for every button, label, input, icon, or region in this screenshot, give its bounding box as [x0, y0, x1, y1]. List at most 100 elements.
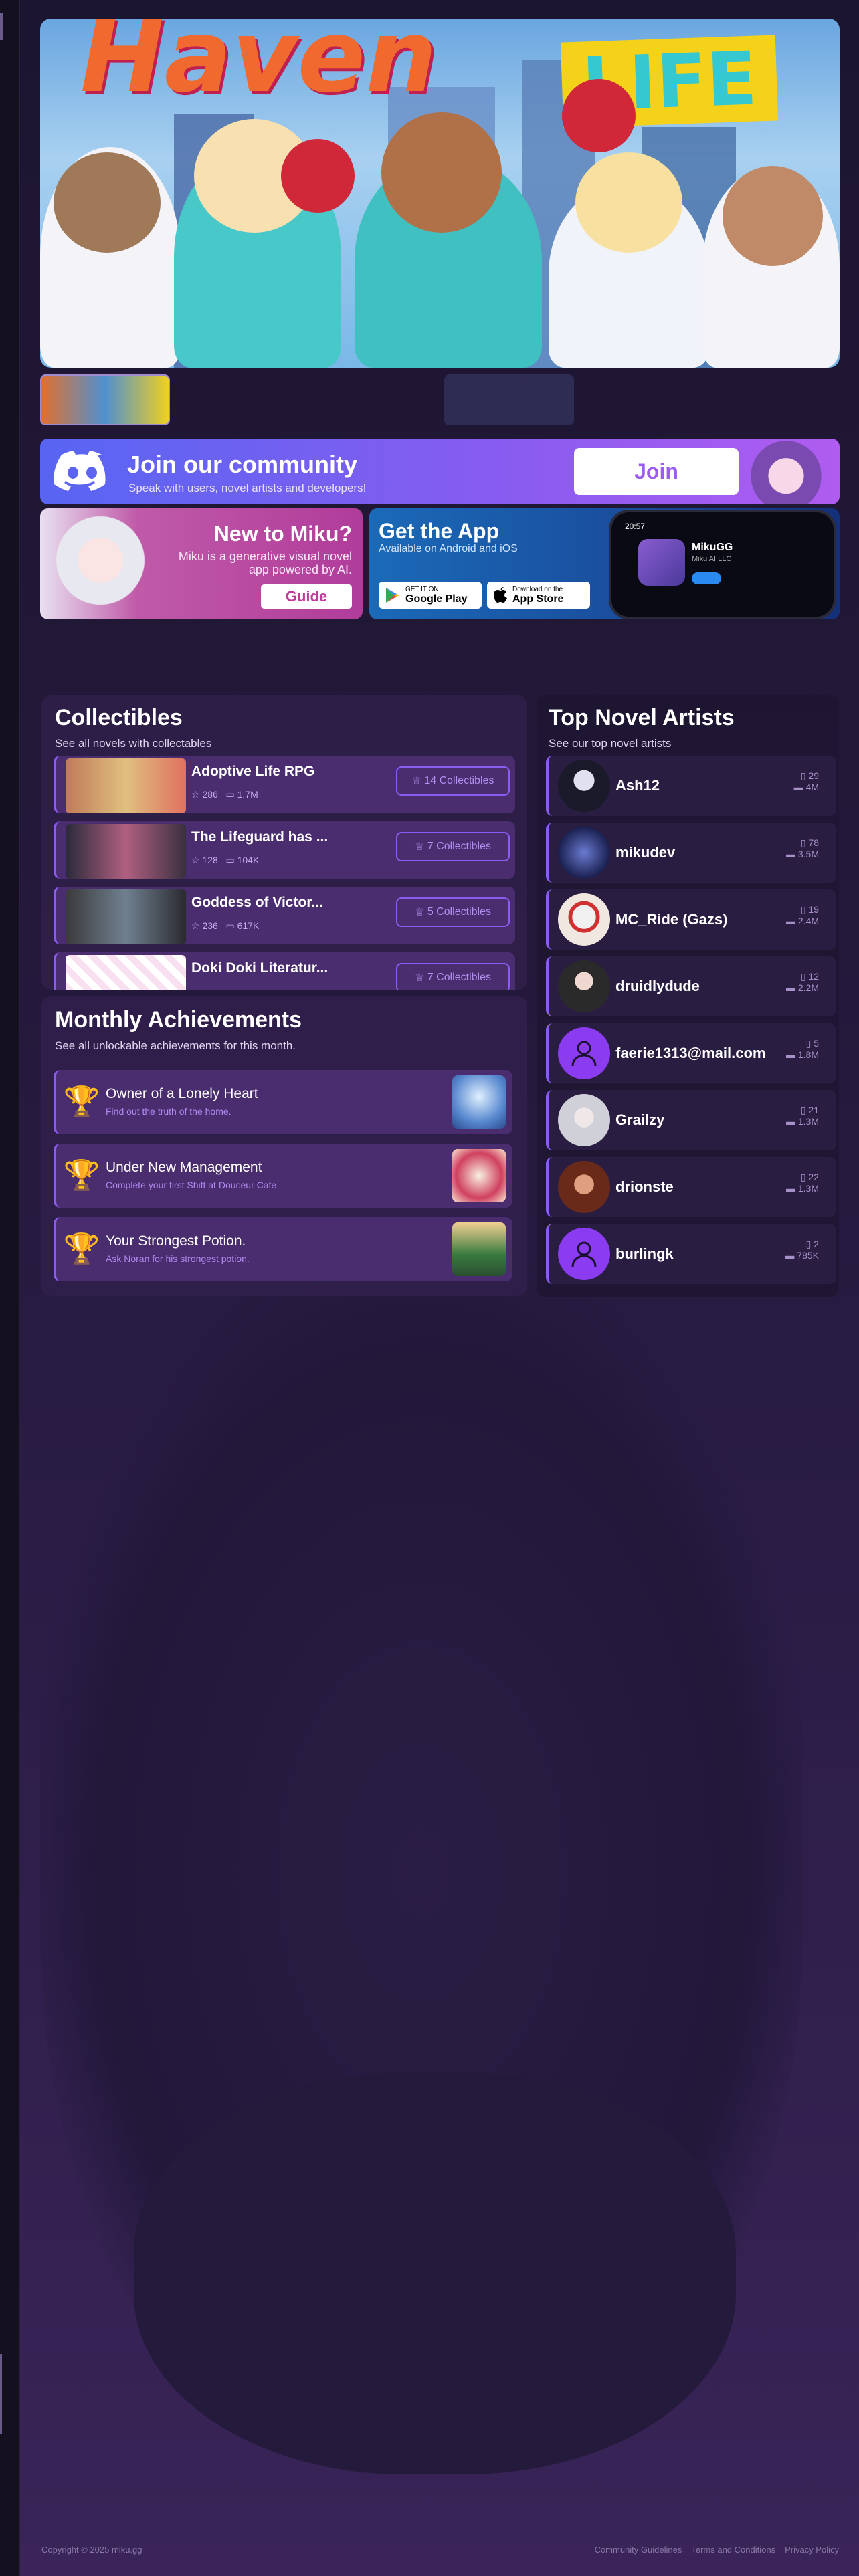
chat-icon: ▭ — [225, 789, 235, 800]
pompom — [281, 139, 355, 213]
chat-icon: ▬ — [785, 1183, 795, 1194]
new-to-miku-card[interactable]: New to Miku? Miku is a generative visual… — [40, 508, 363, 619]
pompom — [562, 79, 636, 152]
artist-row[interactable]: drionste ▯ 22 ▬ 1.3M — [546, 1157, 836, 1217]
chat-count: 1.7M — [237, 789, 258, 800]
google-play-label: Google Play — [405, 593, 468, 605]
achievement-description: Find out the truth of the home. — [106, 1106, 231, 1117]
artist-row[interactable]: mikudev ▯ 78 ▬ 3.5M — [546, 823, 836, 883]
novel-count: 29 — [808, 770, 819, 781]
achievements-title: Monthly Achievements — [55, 1007, 302, 1033]
chat-count: 2.2M — [797, 982, 819, 993]
discord-icon — [54, 451, 106, 491]
artist-name: mikudev — [615, 844, 676, 861]
artist-row[interactable]: Ash12 ▯ 29 ▬ 4M — [546, 756, 836, 816]
apple-icon — [494, 587, 507, 603]
novel-count: 5 — [814, 1038, 819, 1049]
artist-name: drionste — [615, 1178, 674, 1195]
artist-name: MC_Ride (Gazs) — [615, 911, 728, 928]
novel-name: The Lifeguard has ... — [191, 829, 328, 845]
collectibles-button[interactable]: ♕ 7 Collectibles — [396, 963, 510, 990]
footer-links: Community Guidelines Terms and Condition… — [595, 2545, 839, 2555]
book-icon: ▯ — [800, 770, 806, 781]
artist-stats: ▯ 12 ▬ 2.2M — [786, 971, 819, 993]
achievement-description: Complete your first Shift at Douceur Caf… — [106, 1180, 277, 1190]
guide-button[interactable]: Guide — [261, 584, 352, 609]
footer-copyright: Copyright © 2025 miku.gg — [41, 2545, 142, 2555]
book-icon: ▯ — [800, 904, 806, 915]
banner-title-left: Haven — [80, 19, 438, 115]
artist-stats: ▯ 5 ▬ 1.8M — [786, 1038, 819, 1060]
new-to-miku-description: Miku is a generative visual novel app po… — [178, 550, 352, 576]
sidebar-item[interactable] — [0, 2354, 2, 2434]
mascot-image — [47, 512, 154, 619]
google-play-small: GET IT ON — [405, 586, 439, 593]
achievement-row[interactable]: 🏆 Your Strongest Potion. Ask Noran for h… — [54, 1217, 512, 1281]
trophy-icon: ♕ — [415, 841, 427, 853]
artist-stats: ▯ 22 ▬ 1.3M — [786, 1172, 819, 1194]
chat-count: 4M — [805, 782, 819, 792]
artist-stats: ▯ 29 ▬ 4M — [794, 770, 819, 792]
app-store-label: App Store — [512, 593, 564, 605]
artist-row[interactable]: MC_Ride (Gazs) ▯ 19 ▬ 2.4M — [546, 889, 836, 950]
banner-thumbnail[interactable] — [40, 374, 170, 425]
background-shape — [134, 2073, 736, 2474]
novel-count: 78 — [808, 837, 819, 848]
collectible-row[interactable]: Adoptive Life RPG ☆ 286 ▭ 1.7M ♕ 14 Coll… — [54, 756, 515, 813]
book-icon: ▯ — [800, 1105, 806, 1115]
artist-row[interactable]: Grailzy ▯ 21 ▬ 1.3M — [546, 1090, 836, 1150]
chat-icon: ▬ — [785, 1116, 795, 1127]
app-store-small: Download on the — [512, 586, 563, 593]
phone-time: 20:57 — [625, 522, 646, 531]
artist-stats: ▯ 2 ▬ 785K — [785, 1239, 819, 1261]
sidebar-item[interactable] — [0, 13, 3, 40]
banner-thumbnails — [40, 374, 840, 428]
join-button[interactable]: Join — [574, 448, 739, 495]
artist-stats: ▯ 78 ▬ 3.5M — [786, 837, 819, 859]
chat-count: 1.8M — [797, 1049, 819, 1060]
chat-count: 104K — [237, 855, 260, 865]
collectible-row[interactable]: Goddess of Victor... ☆ 236 ▭ 617K ♕ 5 Co… — [54, 887, 515, 944]
app-store-button[interactable]: Download on the App Store — [487, 582, 590, 609]
artist-name: Ash12 — [615, 777, 660, 794]
book-icon: ▯ — [800, 1172, 806, 1182]
google-play-button[interactable]: GET IT ON Google Play — [379, 582, 482, 609]
new-to-miku-title: New to Miku? — [213, 522, 352, 546]
banner-thumbnail[interactable] — [444, 374, 574, 425]
artist-stats: ▯ 21 ▬ 1.3M — [786, 1105, 819, 1127]
collectibles-button[interactable]: ♕ 7 Collectibles — [396, 832, 510, 861]
artist-name: druidlydude — [615, 978, 700, 994]
achievement-row[interactable]: 🏆 Owner of a Lonely Heart Find out the t… — [54, 1070, 512, 1134]
achievement-row[interactable]: 🏆 Under New Management Complete your fir… — [54, 1144, 512, 1208]
collectibles-button[interactable]: ♕ 14 Collectibles — [396, 766, 510, 796]
artist-row[interactable]: faerie1313@mail.com ▯ 5 ▬ 1.8M — [546, 1023, 836, 1083]
collectibles-subtitle: See all novels with collectables — [55, 737, 212, 750]
collectibles-button[interactable]: ♕ 5 Collectibles — [396, 897, 510, 927]
artist-row[interactable]: burlingk ▯ 2 ▬ 785K — [546, 1224, 836, 1284]
book-icon: ▯ — [800, 971, 806, 982]
artist-name: Grailzy — [615, 1111, 665, 1128]
chat-icon: ▬ — [785, 1049, 795, 1060]
user-icon — [571, 1041, 597, 1067]
novel-name: Adoptive Life RPG — [191, 764, 315, 779]
terms-link[interactable]: Terms and Conditions — [691, 2545, 775, 2555]
collectibles-title: Collectibles — [55, 705, 183, 730]
community-guidelines-link[interactable]: Community Guidelines — [595, 2545, 682, 2555]
achievements-subtitle: See all unlockable achievements for this… — [55, 1039, 296, 1052]
novel-thumbnail — [66, 889, 186, 944]
collectible-row[interactable]: The Lifeguard has ... ☆ 128 ▭ 104K ♕ 7 C… — [54, 821, 515, 879]
chat-icon: ▬ — [785, 982, 795, 993]
collectible-row[interactable]: Doki Doki Literatur... ♕ 7 Collectibles — [54, 952, 515, 990]
sidebar — [0, 0, 20, 2576]
artist-name: burlingk — [615, 1245, 674, 1262]
phone-mockup: 20:57 MikuGG Miku AI LLC — [609, 510, 836, 619]
artist-row[interactable]: druidlydude ▯ 12 ▬ 2.2M — [546, 956, 836, 1016]
privacy-link[interactable]: Privacy Policy — [785, 2545, 839, 2555]
novel-name: Doki Doki Literatur... — [191, 960, 328, 976]
featured-banner[interactable]: Haven LIFE — [40, 19, 840, 368]
trophy-icon: 🏆 — [63, 1159, 100, 1192]
discord-title: Join our community — [127, 451, 358, 478]
novel-stats: ☆ 128 ▭ 104K — [191, 855, 259, 866]
discord-banner[interactable]: Join our community Speak with users, nov… — [40, 439, 840, 504]
collectibles-button-label: 14 Collectibles — [424, 775, 494, 786]
